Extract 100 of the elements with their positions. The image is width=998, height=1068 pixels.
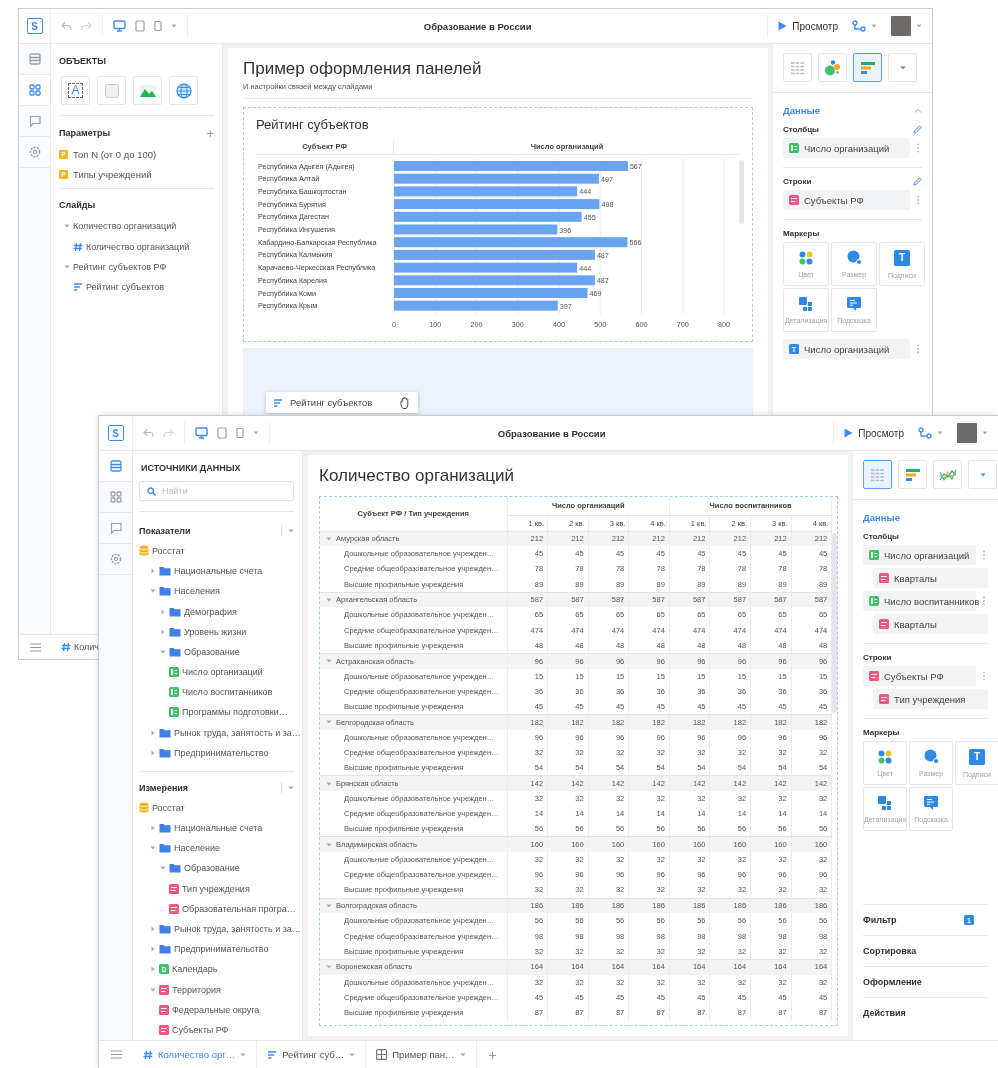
- caret-icon[interactable]: [459, 1052, 466, 1057]
- preview-button[interactable]: Просмотр: [778, 20, 838, 32]
- object-button[interactable]: [133, 76, 162, 105]
- device-button[interactable]: [113, 20, 126, 32]
- chart-type-button[interactable]: [853, 53, 882, 82]
- section-title[interactable]: Данные: [783, 105, 820, 116]
- tree-item[interactable]: Рынок труда, занятость и за…: [139, 918, 300, 940]
- tree-item[interactable]: Образование: [139, 641, 300, 662]
- expand-caret-icon[interactable]: [159, 648, 166, 655]
- expand-caret-icon[interactable]: [326, 719, 332, 726]
- expand-caret-icon[interactable]: [159, 865, 166, 872]
- tree-item[interactable]: Образовательная програ…: [139, 898, 300, 919]
- object-button[interactable]: [97, 76, 126, 105]
- more-icon[interactable]: [914, 143, 922, 153]
- device-button[interactable]: [195, 427, 208, 439]
- more-icon[interactable]: [914, 195, 922, 205]
- tree-item[interactable]: Предпринимательство: [139, 742, 300, 763]
- pencil-icon[interactable]: [913, 177, 922, 186]
- collapse-caret-icon[interactable]: [159, 628, 166, 635]
- expand-caret-icon[interactable]: [326, 535, 332, 542]
- tree-item[interactable]: Программы подготовки…: [139, 702, 300, 723]
- chevron-up-icon[interactable]: [914, 108, 922, 113]
- tree-item[interactable]: Образование: [139, 858, 300, 879]
- tree-item[interactable]: Тип учреждения: [139, 878, 300, 899]
- bar[interactable]: [394, 211, 582, 222]
- undo-button[interactable]: [61, 21, 72, 31]
- bar[interactable]: [394, 300, 558, 311]
- caret-icon[interactable]: [171, 24, 177, 28]
- tree-item[interactable]: Демография: [139, 601, 300, 622]
- tree-item[interactable]: Рейтинг субъектов РФ: [63, 256, 214, 278]
- tree-item[interactable]: Число воспитанников: [139, 682, 300, 703]
- more-icon[interactable]: [980, 671, 988, 681]
- expand-caret-icon[interactable]: [326, 841, 332, 848]
- bar[interactable]: [394, 262, 578, 273]
- slide-tab[interactable]: Рейтинг суб…: [257, 1041, 367, 1068]
- tree-item[interactable]: Населения: [139, 581, 300, 602]
- sidebar-tab[interactable]: [99, 451, 132, 482]
- bar[interactable]: [394, 275, 595, 286]
- scrollbar[interactable]: [832, 533, 837, 713]
- slide-tab[interactable]: Пример пан…: [366, 1041, 477, 1068]
- expand-caret-icon[interactable]: [149, 845, 156, 852]
- undo-button[interactable]: [143, 428, 154, 438]
- expand-caret-icon[interactable]: [326, 597, 332, 604]
- redo-button[interactable]: [81, 21, 92, 31]
- object-button[interactable]: [169, 76, 198, 105]
- tree-item[interactable]: Количество организаций: [63, 216, 214, 237]
- chart-panel[interactable]: [243, 107, 753, 342]
- section-header[interactable]: Оформление: [863, 966, 988, 997]
- caret-icon[interactable]: [288, 528, 294, 533]
- tree-item[interactable]: Национальные счета: [139, 561, 300, 582]
- tree-item[interactable]: Федеральные округа: [139, 999, 300, 1020]
- bar[interactable]: [394, 224, 558, 235]
- collapse-caret-icon[interactable]: [159, 608, 166, 615]
- field-chip[interactable]: Тип учреждения: [873, 689, 988, 709]
- collapse-caret-icon[interactable]: [149, 946, 156, 953]
- tree-item[interactable]: Территория: [139, 979, 300, 1000]
- field-chip[interactable]: Кварталы: [873, 614, 988, 634]
- bar[interactable]: [394, 237, 628, 248]
- caret-icon[interactable]: [937, 431, 943, 435]
- redo-button[interactable]: [163, 428, 174, 438]
- device-button[interactable]: [135, 20, 145, 32]
- menu-icon[interactable]: [110, 1050, 122, 1059]
- share-icon[interactable]: [918, 427, 932, 439]
- bar[interactable]: [394, 186, 578, 197]
- expand-caret-icon[interactable]: [326, 964, 332, 971]
- tree-item[interactable]: Рейтинг субъектов: [63, 277, 214, 298]
- caret-icon[interactable]: [982, 431, 988, 435]
- more-icon[interactable]: [980, 596, 988, 606]
- tree-item[interactable]: Рынок труда, занятость и за…: [139, 722, 300, 743]
- section-header[interactable]: Действия: [863, 997, 988, 1028]
- section-title[interactable]: Данные: [863, 512, 900, 523]
- tree-item[interactable]: Уровень жизни: [139, 621, 300, 642]
- field-chip[interactable]: Число организаций: [783, 138, 910, 158]
- expand-caret-icon[interactable]: [326, 903, 332, 909]
- caret-icon[interactable]: [916, 24, 922, 28]
- collapse-caret-icon[interactable]: [149, 825, 156, 832]
- expand-caret-icon[interactable]: [326, 780, 332, 787]
- expand-caret-icon[interactable]: [149, 588, 156, 595]
- menu-icon[interactable]: [29, 642, 41, 652]
- expand-caret-icon[interactable]: [63, 223, 70, 230]
- device-button[interactable]: [154, 20, 162, 32]
- section-header[interactable]: Сортировка: [863, 935, 988, 966]
- bar[interactable]: [394, 173, 599, 184]
- scrollbar[interactable]: [739, 160, 744, 224]
- field-chip[interactable]: Субъекты РФ: [783, 190, 910, 210]
- bar[interactable]: [394, 199, 600, 210]
- preview-button[interactable]: Просмотр: [844, 427, 904, 439]
- collapse-caret-icon[interactable]: [149, 749, 156, 756]
- tree-item[interactable]: Предпринимательство: [139, 939, 300, 960]
- collapse-caret-icon[interactable]: [149, 926, 156, 932]
- field-chip[interactable]: Субъекты РФ: [863, 666, 976, 686]
- tree-item[interactable]: Субъекты РФ: [139, 1019, 300, 1041]
- collapse-caret-icon[interactable]: [149, 568, 156, 575]
- chart-type-button[interactable]: [863, 460, 892, 489]
- slide-tab[interactable]: Колич: [51, 635, 100, 659]
- tree-item[interactable]: Росстат: [139, 797, 300, 818]
- caret-icon[interactable]: [871, 24, 877, 28]
- tree-item[interactable]: Количество организаций: [63, 236, 214, 257]
- more-icon[interactable]: [980, 550, 988, 560]
- caret-icon[interactable]: [349, 1052, 356, 1057]
